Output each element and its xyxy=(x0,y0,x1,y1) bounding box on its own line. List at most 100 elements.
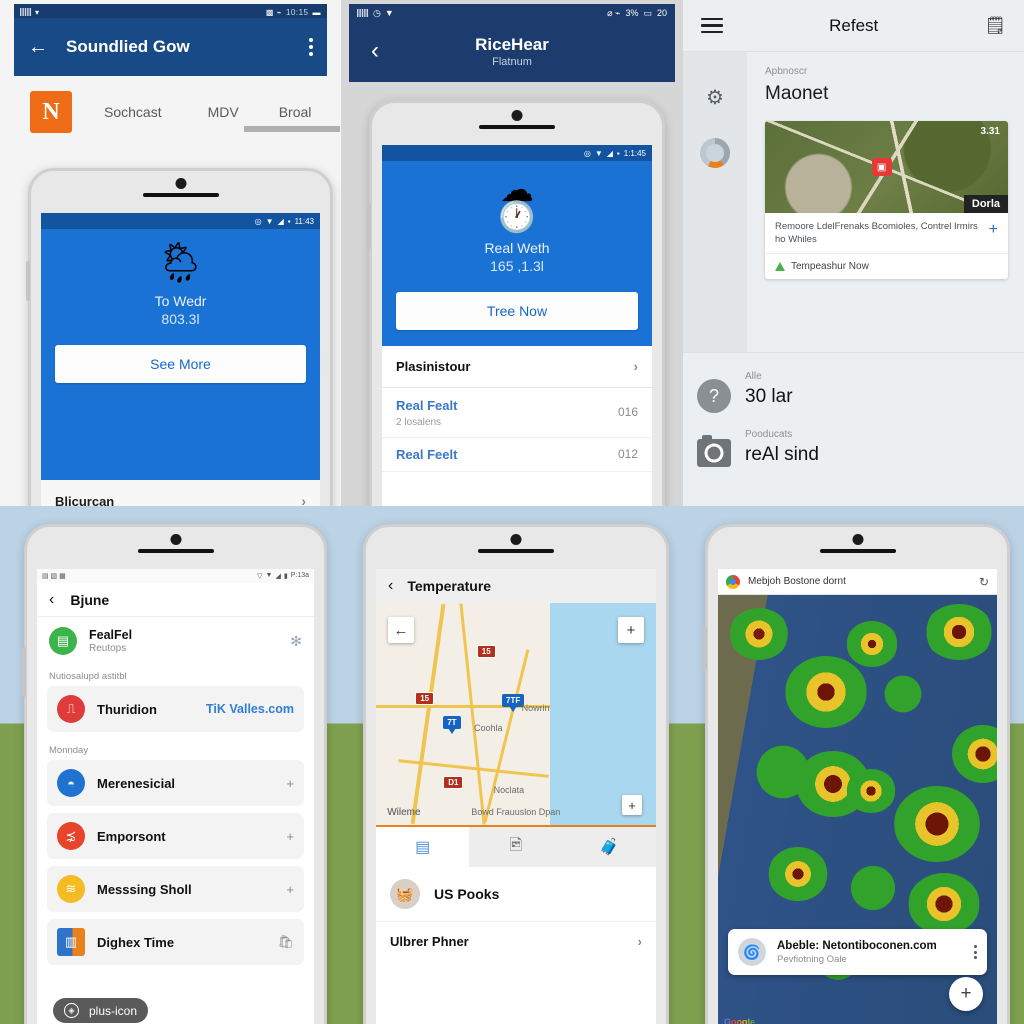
panel-ricehear-app: ◷ ▼ ⌀ ⌁ 3% ▭ 20 ‹ RiceHear Flatnum ◎ ▼ ◢ ▪ xyxy=(341,0,683,506)
gear-icon[interactable]: ⚙ xyxy=(700,82,730,112)
avatar: ◓ xyxy=(57,769,85,797)
chevron-left-icon[interactable]: ‹ xyxy=(371,37,379,65)
status-time: 10:15 xyxy=(285,7,309,17)
add-icon[interactable]: + xyxy=(983,221,998,247)
weather-temp: 803.3l xyxy=(161,311,200,327)
nav-bar: ‹ RiceHear Flatnum xyxy=(349,20,675,82)
account-sub: Reutops xyxy=(89,643,127,654)
table-row[interactable]: Real Feelt 012 xyxy=(382,437,652,472)
bag-icon[interactable]: 🛍 xyxy=(277,934,294,950)
map-label: Bowd Frauuslon Dpan xyxy=(471,807,561,818)
status-icons: ⌀ ⌁ xyxy=(607,7,621,18)
phone-mockup: ◎ ▼ ◢ ▪ 11:43 🌦 To Wedr 803.3l See More Bli… xyxy=(26,168,333,506)
road-map[interactable]: ← + + 15 15 D1 7TF 7T Nowrin Coohla Nocl… xyxy=(376,603,656,825)
chevron-left-icon[interactable]: ‹ xyxy=(49,591,54,609)
table-row[interactable]: Real Fealt 2 losalens 016 xyxy=(382,387,652,438)
account-name: FealFel xyxy=(89,628,133,642)
hamburger-icon[interactable] xyxy=(701,17,723,34)
route-shield: D1 xyxy=(443,776,464,790)
arrow-left-icon[interactable]: ← xyxy=(28,37,48,57)
card-subtitle: Pevfiotning Oale xyxy=(777,953,847,965)
map-pin-icon[interactable]: ▣ xyxy=(871,158,892,176)
row-label: Messsing Sholl xyxy=(97,881,192,897)
gear-icon[interactable]: ✻ xyxy=(290,633,302,650)
app-title: Temperature xyxy=(407,578,492,594)
tab-mdv[interactable]: MDV xyxy=(208,104,239,120)
account-row[interactable]: ▤ FealFel Reutops ✻ xyxy=(37,617,314,665)
see-more-button[interactable]: See More xyxy=(55,345,306,383)
zoom-in-button[interactable]: + xyxy=(618,617,644,643)
overflow-menu-icon[interactable] xyxy=(974,945,977,959)
list-item[interactable]: ? Alle 30 lar xyxy=(683,371,1024,429)
info-card[interactable]: 🌀 Abeble: Netontiboconen.com Pevfiotning… xyxy=(728,929,987,975)
battery-icon: ▭ xyxy=(643,7,652,18)
route-shield: 15 xyxy=(415,691,435,705)
add-icon[interactable]: + xyxy=(286,829,294,844)
row-label: Merenesicial xyxy=(97,775,176,791)
help-icon: ? xyxy=(697,379,731,413)
phone-screen: Mebjoh Bostone dornt ↻ 🌀 Abeble: Netonti… xyxy=(718,569,997,1024)
list-header[interactable]: Plasinistour › xyxy=(382,345,652,388)
earpiece xyxy=(137,549,214,553)
map-badge: 3.31 xyxy=(980,126,1000,137)
overflow-menu-icon[interactable] xyxy=(309,38,313,56)
tree-now-button[interactable]: Tree Now xyxy=(396,291,638,330)
item-kicker: Alle xyxy=(745,371,762,382)
rain-sun-cloud-icon: 🌦 xyxy=(155,241,206,285)
tab-sochcast[interactable]: Sochcast xyxy=(104,104,162,120)
item-value: reAl sind xyxy=(745,444,819,465)
list-item[interactable]: Pooducats reAl sind xyxy=(683,429,1024,483)
floating-action-bar[interactable]: ◈ plus-icon xyxy=(53,998,149,1023)
tab-broal[interactable]: Broal xyxy=(279,104,312,120)
chevron-left-icon[interactable]: ‹ xyxy=(388,577,393,595)
list-item[interactable]: ▥ Dighex Time 🛍 xyxy=(47,919,304,965)
map-marker[interactable]: 7T xyxy=(443,716,461,730)
list-item[interactable]: Blicurcan › xyxy=(41,480,320,506)
earpiece xyxy=(819,549,896,553)
tab-photo[interactable]: 🖻 xyxy=(469,827,562,867)
weather-radar-map[interactable]: 🌀 Abeble: Netontiboconen.com Pevfiotning… xyxy=(718,595,997,1024)
tab-row: N Sochcast MDV Broal xyxy=(14,76,341,148)
front-camera-icon xyxy=(511,110,523,121)
list-item[interactable]: ≋ Messsing Sholl + xyxy=(47,866,304,912)
screenshot-collage: ▾ ▩ ⌁ 10:15 ▬ ← Soundlied Gow N Sochcast… xyxy=(0,0,1024,1024)
satellite-map[interactable]: 3.31 ▣ Dorla xyxy=(765,121,1008,213)
map-card[interactable]: 3.31 ▣ Dorla Remoore LdelFrenaks Bcomiol… xyxy=(765,121,1008,279)
card-description: Remoore LdelFrenaks Bcomioles, Contrel I… xyxy=(775,221,978,245)
list-item[interactable]: 🧺 US Pooks xyxy=(376,867,656,922)
android-status-bar: ▤ ▧ ▦ ▽ ▼ ◢ ▮ P:13a xyxy=(37,569,314,583)
add-icon[interactable]: + xyxy=(286,882,294,897)
tab-briefcase[interactable]: 🧳 xyxy=(563,827,656,867)
map-label: Wileme xyxy=(387,807,421,819)
add-icon[interactable]: + xyxy=(286,776,294,791)
tab-list[interactable]: ▤ xyxy=(376,827,470,867)
plus-icon[interactable]: plus-icon xyxy=(89,1004,137,1018)
list-item[interactable]: ◓ Merenesicial + xyxy=(47,760,304,806)
zoom-in-button-bottom[interactable]: + xyxy=(622,795,642,815)
chevron-right-icon: › xyxy=(633,358,638,374)
map-back-button[interactable]: ← xyxy=(388,617,414,643)
list-header-label: Plasinistour xyxy=(396,358,471,374)
item-kicker: Pooducats xyxy=(745,429,793,440)
note-icon[interactable]: 🗒 xyxy=(984,16,1006,36)
list-item[interactable]: ⋨ Emporsont + xyxy=(47,813,304,859)
section-heading: Maonet xyxy=(765,83,829,104)
compass-icon[interactable]: ◈ xyxy=(64,1003,79,1018)
row-sub: 2 losalens xyxy=(396,416,442,428)
chrome-icon xyxy=(726,574,740,589)
app-title: Bjune xyxy=(70,591,110,608)
earpiece xyxy=(142,193,219,197)
status-icons: ▩ ⌁ xyxy=(265,7,282,17)
omnibox[interactable]: Mebjoh Bostone dornt ↻ xyxy=(718,569,997,595)
phone-screen: ◎ ▼ ◢ ▪ 11:43 🌦 To Wedr 803.3l See More Bli… xyxy=(41,213,320,506)
footer-row[interactable]: Ulbrer Phner › xyxy=(376,922,656,961)
earpiece xyxy=(479,125,555,129)
reload-icon[interactable]: ↻ xyxy=(979,575,989,589)
phone-mockup: Mebjoh Bostone dornt ↻ 🌀 Abeble: Netonti… xyxy=(703,524,1010,1024)
row-link[interactable]: TiK Valles.com xyxy=(206,702,294,716)
weather-app-icon[interactable] xyxy=(700,138,730,168)
zoom-in-fab[interactable]: + xyxy=(949,977,983,1011)
list-item[interactable]: ⎍ Thuridion TiK Valles.com xyxy=(47,686,304,732)
google-watermark: Google xyxy=(724,1017,755,1024)
tab-indicator xyxy=(244,126,340,132)
